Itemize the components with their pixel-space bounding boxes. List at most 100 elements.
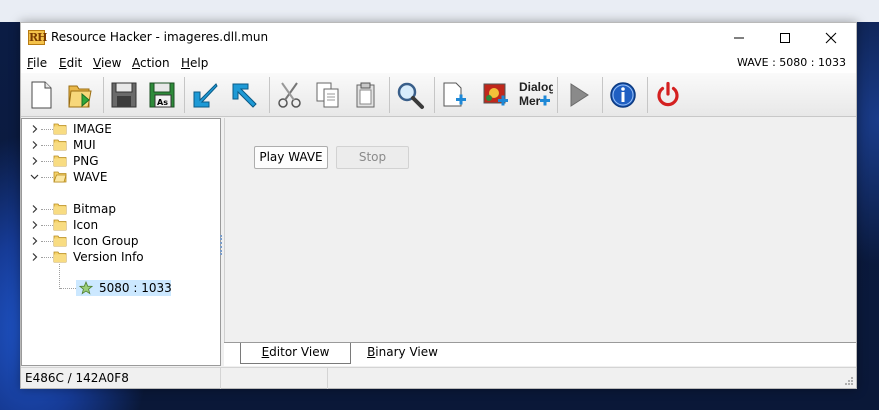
tree-item-version-info[interactable]: Version Info	[22, 249, 220, 265]
add-blank-resource-button[interactable]	[438, 77, 472, 113]
status-cell-2	[221, 368, 328, 389]
dialog-merger-button[interactable]: Dialog Mer	[517, 77, 553, 113]
add-image-icon	[483, 83, 508, 106]
toolbar-separator	[647, 77, 648, 113]
status-cell-3	[328, 368, 856, 389]
tree-item-label: Version Info	[73, 250, 144, 264]
tree-item-bitmap[interactable]: Bitmap	[22, 201, 220, 217]
menu-edit[interactable]: Edit	[59, 56, 82, 70]
title-bar[interactable]: RH Resource Hacker - imageres.dll.mun	[21, 23, 856, 53]
tree-connector	[59, 264, 60, 289]
tab-binary-view[interactable]: Binary View	[355, 343, 450, 364]
stop-button: Stop	[336, 146, 409, 169]
info-icon	[610, 82, 636, 108]
maximize-icon	[780, 33, 790, 43]
go-back-button[interactable]	[227, 77, 261, 113]
maximize-button[interactable]	[762, 23, 808, 53]
compile-button[interactable]	[188, 77, 222, 113]
open-file-button[interactable]	[63, 77, 97, 113]
folder-icon	[53, 123, 67, 135]
tree-item-icon-group[interactable]: Icon Group	[22, 233, 220, 249]
paste-button[interactable]	[349, 77, 383, 113]
menu-help[interactable]: Help	[181, 56, 208, 70]
cut-button[interactable]	[273, 77, 307, 113]
tree-connector	[41, 225, 53, 226]
tree-connector	[41, 129, 53, 130]
chevron-right-icon[interactable]	[30, 140, 39, 150]
save-icon	[111, 82, 137, 108]
tree-item-label: WAVE	[73, 170, 108, 184]
chevron-right-icon[interactable]	[30, 156, 39, 166]
find-button[interactable]	[393, 77, 427, 113]
app-logo-icon: RH	[28, 30, 48, 45]
tree-item-image[interactable]: IMAGE	[22, 121, 220, 137]
folder-open-icon	[53, 171, 67, 183]
toolbar-separator	[389, 77, 390, 113]
open-folder-icon	[68, 85, 92, 108]
tree-connector	[60, 288, 76, 289]
dialog-merger-icon: Dialog Mer	[519, 80, 553, 108]
minimize-icon	[734, 37, 744, 39]
chevron-right-icon[interactable]	[30, 220, 39, 230]
chevron-down-icon[interactable]	[30, 172, 39, 182]
splitter-handle[interactable]	[220, 235, 223, 255]
menu-bar: File Edit View Action Help WAVE : 5080 :…	[21, 53, 856, 73]
new-file-button[interactable]	[24, 77, 58, 113]
chevron-right-icon[interactable]	[30, 236, 39, 246]
tree-item-label: Icon Group	[73, 234, 139, 248]
add-blank-icon	[443, 82, 466, 107]
toolbar-separator	[184, 77, 185, 113]
about-button[interactable]	[606, 77, 640, 113]
resource-indicator: WAVE : 5080 : 1033	[737, 56, 846, 69]
resource-tree[interactable]: IMAGE MUI PNG WAVE Bitmap Icon Icon Group Versi…	[21, 118, 221, 366]
copy-button[interactable]	[311, 77, 345, 113]
tree-item-png[interactable]: PNG	[22, 153, 220, 169]
tree-item-label: MUI	[73, 138, 96, 152]
arrow-up-left-icon	[232, 83, 257, 108]
minimize-button[interactable]	[716, 23, 762, 53]
menu-view[interactable]: View	[93, 56, 121, 70]
power-icon	[657, 81, 679, 107]
menu-action[interactable]: Action	[132, 56, 170, 70]
play-wave-button[interactable]: Play WAVE	[254, 146, 328, 169]
close-button[interactable]	[808, 23, 854, 53]
tab-editor-view[interactable]: Editor View	[240, 343, 351, 364]
toolbar-separator	[269, 77, 270, 113]
status-offset: E486C / 142A0F8	[25, 371, 129, 385]
folder-icon	[53, 251, 67, 263]
tree-connector	[41, 209, 53, 210]
add-image-resource-button[interactable]	[479, 77, 513, 113]
tree-item-wave[interactable]: WAVE	[22, 169, 220, 185]
toolbar-separator	[434, 77, 435, 113]
arrow-down-left-icon	[193, 83, 218, 108]
save-button[interactable]	[107, 77, 141, 113]
tree-item-icon[interactable]: Icon	[22, 217, 220, 233]
toolbar-separator	[557, 77, 558, 113]
folder-icon	[53, 219, 67, 231]
folder-icon	[53, 155, 67, 167]
play-icon	[570, 83, 589, 107]
svg-text:Dialog: Dialog	[519, 80, 553, 94]
desktop-top-strip	[0, 0, 879, 22]
tree-connector	[41, 145, 53, 146]
chevron-right-icon[interactable]	[30, 124, 39, 134]
close-icon	[825, 32, 837, 44]
play-button[interactable]	[561, 77, 595, 113]
tree-item-label: Bitmap	[73, 202, 116, 216]
tree-item-mui[interactable]: MUI	[22, 137, 220, 153]
exit-button[interactable]	[651, 77, 685, 113]
resize-grip-icon[interactable]	[844, 376, 854, 386]
menu-file[interactable]: File	[27, 56, 47, 70]
tree-item-wave-5080[interactable]: 5080 : 1033	[76, 280, 172, 296]
window-title: Resource Hacker - imageres.dll.mun	[51, 30, 269, 44]
chevron-right-icon[interactable]	[30, 252, 39, 262]
save-as-icon: As	[149, 82, 175, 108]
save-as-button[interactable]: As	[145, 77, 179, 113]
status-offset-cell: E486C / 142A0F8	[21, 368, 221, 389]
new-document-icon	[31, 81, 52, 109]
tree-item-label: IMAGE	[73, 122, 112, 136]
chevron-right-icon[interactable]	[30, 204, 39, 214]
toolbar-separator	[602, 77, 603, 113]
folder-icon	[53, 235, 67, 247]
tree-item-label: 5080 : 1033	[99, 281, 172, 295]
